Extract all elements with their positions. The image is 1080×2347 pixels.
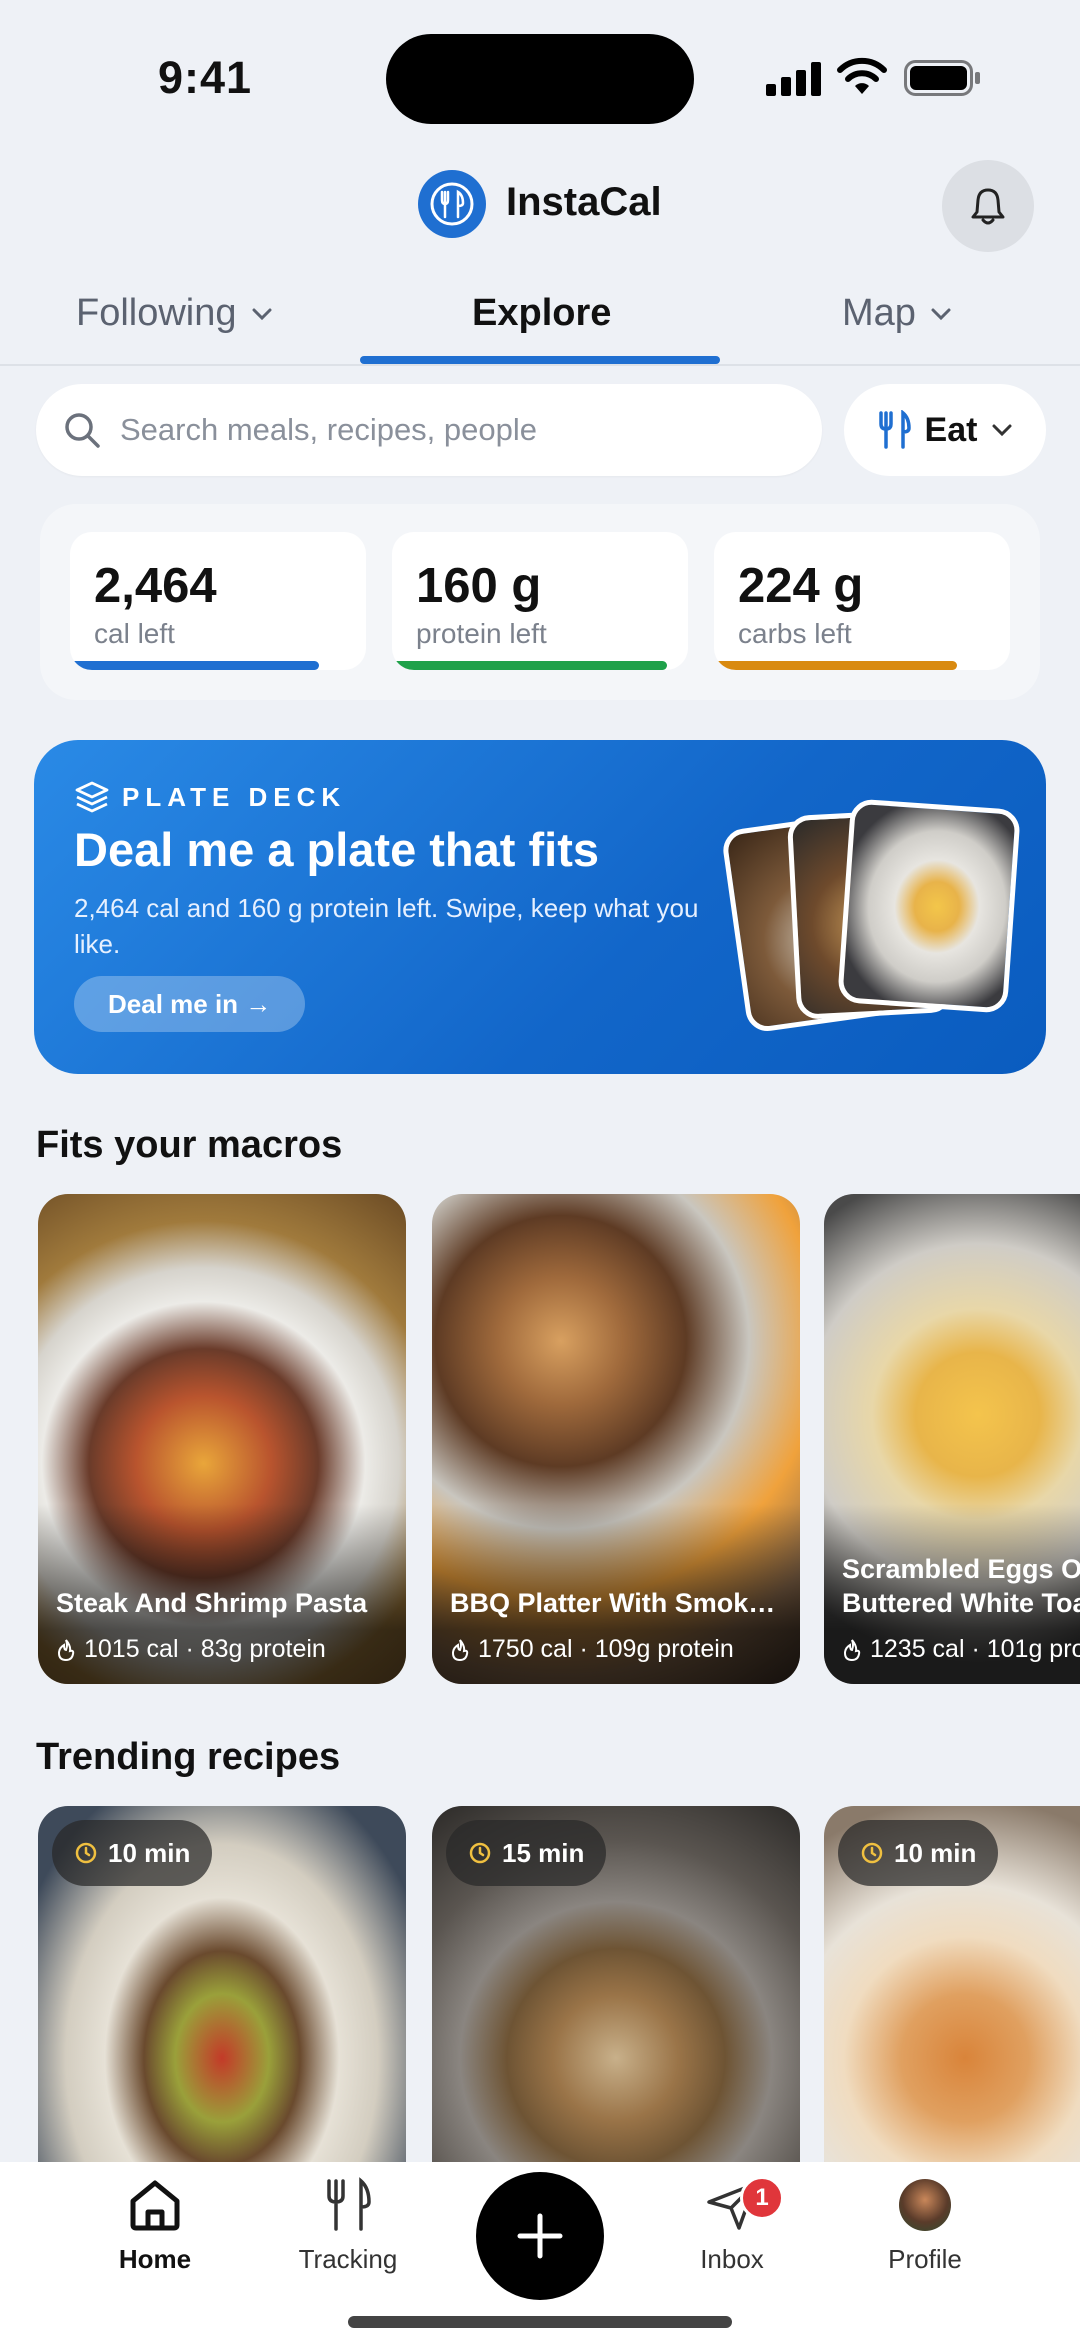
recipe-time: 15 min (502, 1837, 585, 1868)
food-card[interactable]: Scrambled Eggs On Buttered White Toast 1… (824, 1194, 1080, 1684)
nav-label: Home (118, 2244, 192, 2274)
macro-label: protein left (416, 618, 547, 649)
food-meta-text: 1750 cal · 109g protein (478, 1635, 734, 1663)
food-name: Scrambled Eggs On Buttered White Toast (842, 1554, 1080, 1618)
macro-value: 2,464 (94, 559, 217, 613)
chevron-down-icon (931, 308, 951, 320)
nav-label: Tracking (298, 2244, 398, 2274)
recipe-time-pill: 15 min (446, 1820, 607, 1886)
macro-label: cal left (94, 618, 175, 649)
food-name: Steak And Shrimp Pasta (56, 1588, 368, 1618)
nav-inbox[interactable]: 1 Inbox (652, 2176, 812, 2275)
food-meta-text: 1015 cal · 83g protein (84, 1635, 326, 1663)
food-name: BBQ Platter With Smoked Brisket, Wings..… (450, 1588, 782, 1618)
tab-map[interactable]: Map (842, 292, 952, 335)
food-card[interactable]: Steak And Shrimp Pasta 1015 cal · 83g pr… (38, 1194, 406, 1684)
macro-value: 160 g (416, 559, 542, 613)
home-indicator (348, 2316, 732, 2328)
food-meta: 1015 cal · 83g protein (56, 1635, 326, 1664)
fork-knife-logo-icon (418, 170, 486, 238)
inbox-badge: 1 (740, 2176, 784, 2220)
plate-card-image (837, 798, 1021, 1014)
nav-label: Profile (888, 2244, 962, 2274)
notifications-button[interactable] (942, 160, 1034, 252)
deal-me-in-button[interactable]: Deal me in → (74, 976, 306, 1032)
macro-value: 224 g (738, 559, 864, 613)
macro-card-calories[interactable]: 2,464 cal left (70, 532, 366, 670)
recipe-time-pill: 10 min (838, 1820, 999, 1886)
meal-mode-label: Eat (924, 410, 978, 449)
avatar-wrap (899, 2176, 951, 2234)
nav-profile[interactable]: Profile (845, 2176, 1005, 2275)
recipe-time-pill: 10 min (52, 1820, 213, 1886)
feed-tabs: Following Explore Map (0, 270, 1080, 366)
flame-icon (451, 1638, 469, 1661)
macro-progress-bar (392, 661, 668, 670)
active-tab-indicator (360, 356, 720, 364)
wifi-icon (837, 57, 887, 94)
clock-icon (469, 1842, 491, 1864)
add-button[interactable] (476, 2172, 604, 2300)
fits-section-title: Fits your macros (36, 1124, 343, 1166)
plus-icon (517, 2213, 563, 2259)
meal-mode-dropdown[interactable]: Eat (844, 384, 1046, 476)
clock-icon (861, 1842, 883, 1864)
nav-label: Inbox (700, 2244, 764, 2274)
status-bar: 9:41 (0, 0, 1080, 150)
tab-explore[interactable]: Explore (472, 292, 611, 335)
nav-home[interactable]: Home (75, 2176, 235, 2275)
plate-deck-banner[interactable]: PLATE DECK Deal me a plate that fits 2,4… (34, 740, 1046, 1074)
plate-card-stack (720, 798, 1034, 1034)
macro-progress-bar (714, 661, 957, 670)
search-placeholder: Search meals, recipes, people (120, 412, 538, 447)
macro-label: carbs left (738, 618, 852, 649)
tab-label: Explore (472, 292, 612, 334)
macro-card-protein[interactable]: 160 g protein left (392, 532, 688, 670)
food-meta: 1235 cal · 101g protein (842, 1635, 1080, 1664)
search-input[interactable]: Search meals, recipes, people (36, 384, 822, 476)
status-time: 9:41 (158, 52, 253, 103)
flame-icon (843, 1638, 861, 1661)
macro-card-carbs[interactable]: 224 g carbs left (714, 532, 1010, 670)
recipe-time: 10 min (108, 1837, 191, 1868)
food-meta: 1750 cal · 109g protein (450, 1635, 734, 1664)
clock-icon (75, 1842, 97, 1864)
chevron-down-icon (252, 308, 272, 320)
layers-icon (75, 781, 109, 813)
tab-label: Following (76, 292, 237, 334)
fork-knife-icon (327, 2177, 371, 2231)
trending-section-title: Trending recipes (36, 1736, 341, 1778)
macro-progress-bar (70, 661, 319, 670)
flame-icon (57, 1638, 75, 1661)
app-title: InstaCal (506, 180, 662, 224)
battery-icon (904, 60, 980, 96)
tab-label: Map (842, 292, 916, 334)
dynamic-island (386, 34, 694, 124)
home-icon (130, 2180, 180, 2231)
chevron-down-icon (992, 424, 1012, 437)
food-card[interactable]: BBQ Platter With Smoked Brisket, Wings..… (432, 1194, 800, 1684)
eyebrow-text: PLATE DECK (122, 781, 347, 812)
nav-tracking[interactable]: Tracking (268, 2176, 428, 2275)
avatar (899, 2179, 951, 2231)
app-header: InstaCal (0, 150, 1080, 262)
bottom-tab-bar: Home Tracking 1 Inbox Profile (0, 2162, 1080, 2347)
bell-icon (971, 188, 1005, 225)
macro-summary: 2,464 cal left 160 g protein left 224 g … (40, 504, 1040, 700)
plate-deck-title: Deal me a plate that fits (74, 823, 599, 876)
search-icon (65, 413, 100, 448)
recipe-time: 10 min (894, 1837, 977, 1868)
cellular-signal-icon (766, 62, 821, 96)
plate-deck-eyebrow: PLATE DECK (74, 780, 346, 814)
tab-following[interactable]: Following (76, 292, 273, 335)
food-meta-text: 1235 cal · 101g protein (870, 1635, 1080, 1663)
plate-deck-subtitle: 2,464 cal and 160 g protein left. Swipe,… (74, 893, 699, 959)
fork-knife-icon (878, 410, 911, 449)
